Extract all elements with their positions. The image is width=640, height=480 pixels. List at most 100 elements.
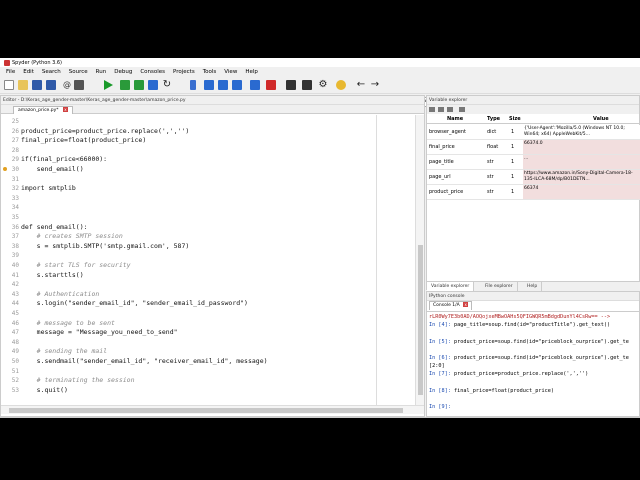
code-line[interactable]: 44 s.login("sender_email_id", "sender_em… [1,299,415,308]
code-line[interactable]: 53 s.quit() [1,386,415,395]
list-icon[interactable] [74,80,84,90]
line-number: 37 [11,233,19,241]
console-line: In [9]: [429,404,454,411]
code-line[interactable]: 33 [1,194,415,203]
run-icon[interactable] [104,80,113,90]
code-line[interactable]: 26 product_price=product_price.replace(',… [1,127,415,136]
new-file-icon[interactable] [4,80,14,90]
variable-row[interactable]: page_url str 1 https://www.amazon.in/Sony-D… [427,170,640,185]
tab-console-1[interactable]: Console 1/A x [429,301,473,310]
code-line[interactable]: 48 [1,338,415,347]
editor-vertical-scrollbar[interactable] [415,115,424,405]
save-all-icon[interactable] [46,80,56,90]
close-icon[interactable]: x [463,302,469,307]
code-line[interactable]: 42 [1,280,415,289]
code-line[interactable]: 51 [1,367,415,376]
code-line[interactable]: 34 [1,203,415,212]
menu-run[interactable]: Run [92,69,111,75]
variable-size: 1 [511,144,515,150]
code-line[interactable]: 35 [1,213,415,222]
tab-amazon-price[interactable]: amazon_price.py* x [13,106,73,114]
save-data-as-icon[interactable] [447,107,453,112]
code-line[interactable]: 46 # message to be sent [1,319,415,328]
continue-icon[interactable] [250,80,260,90]
run-cell-icon[interactable] [120,80,130,90]
stop-debug-icon[interactable] [266,80,276,90]
code-line[interactable]: 25 [1,117,415,126]
line-number: 48 [11,338,19,346]
run-cell-advance-icon[interactable] [134,80,144,90]
menu-consoles[interactable]: Consoles [136,69,169,75]
import-data-icon[interactable] [429,107,435,112]
title-bar: Spyder (Python 3.6) [0,58,640,67]
menu-edit[interactable]: Edit [19,69,38,75]
step-into-icon[interactable] [218,80,228,90]
warning-marker-icon[interactable] [3,167,7,171]
variable-row[interactable]: page_title str 1... [427,155,640,170]
menu-tools[interactable]: Tools [199,69,221,75]
code-line[interactable]: 32 import smtplib [1,184,415,193]
code-line[interactable]: 45 [1,309,415,318]
back-arrow-icon[interactable]: ← [356,80,366,90]
column-size[interactable]: Size [509,116,521,122]
code-line[interactable]: 30 send_email() [1,165,415,174]
code-area[interactable]: 25 26 product_price=product_price.replace(… [1,115,415,405]
variable-row[interactable]: product_price str 1 66374 [427,185,640,200]
ipython-console-pane: IPython console Console 1/A x rLR0Wy7E3b… [426,291,640,417]
code-line[interactable]: 49 # sending the mail [1,347,415,356]
tab-file-explorer[interactable]: File explorer [481,282,518,291]
variable-row[interactable]: final_price float 1 66374.0 [427,140,640,155]
fullscreen-icon[interactable] [302,80,312,90]
column-name[interactable]: Name [447,116,463,122]
rerun-icon[interactable]: ↻ [162,80,172,90]
code-line[interactable]: 36 def send_email(): [1,223,415,232]
line-number: 51 [11,367,19,375]
code-line[interactable]: 27 final_price=float(product_price) [1,136,415,145]
at-icon[interactable]: @ [62,80,72,90]
code-line[interactable]: 52 # terminating the session [1,376,415,385]
editor-horizontal-scrollbar[interactable] [1,405,424,414]
wrench-icon[interactable]: ⚙ [318,80,328,90]
code-line[interactable]: 39 [1,251,415,260]
menu-help[interactable]: Help [241,69,262,75]
column-type[interactable]: Type [487,116,500,122]
menu-debug[interactable]: Debug [110,69,136,75]
save-icon[interactable] [32,80,42,90]
tab-variable-explorer[interactable]: Variable explorer [427,282,475,291]
code-line[interactable]: 41 s.starttls() [1,271,415,280]
python-path-icon[interactable] [336,80,346,90]
menu-view[interactable]: View [220,69,241,75]
save-data-icon[interactable] [438,107,444,112]
code-line[interactable]: 40 # start TLS for security [1,261,415,270]
variable-size: 1 [511,174,515,180]
console-output[interactable]: rLR0Wy7E3b0AD/AOQojxeMBwOAHs5QFIGWQR5mBd… [427,311,640,411]
tab-help[interactable]: Help [523,282,543,291]
open-folder-icon[interactable] [18,80,28,90]
run-selection-icon[interactable] [148,80,158,90]
line-number: 40 [11,262,19,269]
menu-search[interactable]: Search [38,69,65,75]
close-icon[interactable]: x [62,107,68,112]
code-text: s.sendmail("sender_email_id", "receiver_… [21,357,268,365]
code-line[interactable]: 28 [1,146,415,155]
menu-file[interactable]: File [2,69,19,75]
step-icon[interactable] [204,80,214,90]
code-line[interactable]: 37 # creates SMTP session [1,232,415,241]
menu-projects[interactable]: Projects [169,69,199,75]
line-number: 34 [11,204,19,212]
maximize-pane-icon[interactable] [286,80,296,90]
margin-guide [376,115,377,405]
menu-source[interactable]: Source [65,69,92,75]
code-line[interactable]: 29 if(final_price<66000): [1,155,415,164]
code-line[interactable]: 38 s = smtplib.SMTP('smtp.gmail.com', 58… [1,242,415,251]
forward-arrow-icon[interactable]: → [370,80,380,90]
code-line[interactable]: 47 message = "Message_you_need_to_send" [1,328,415,337]
step-return-icon[interactable] [232,80,242,90]
code-line[interactable]: 50 s.sendmail("sender_email_id", "receiv… [1,357,415,366]
variable-row[interactable]: browser_agent dict 1 {'User-Agent':'Mozilla… [427,125,640,140]
column-value[interactable]: Value [593,116,609,122]
remove-all-icon[interactable] [459,107,465,112]
code-line[interactable]: 43 # Authentication [1,290,415,299]
code-line[interactable]: 31 [1,175,415,184]
debug-icon[interactable] [190,80,196,90]
